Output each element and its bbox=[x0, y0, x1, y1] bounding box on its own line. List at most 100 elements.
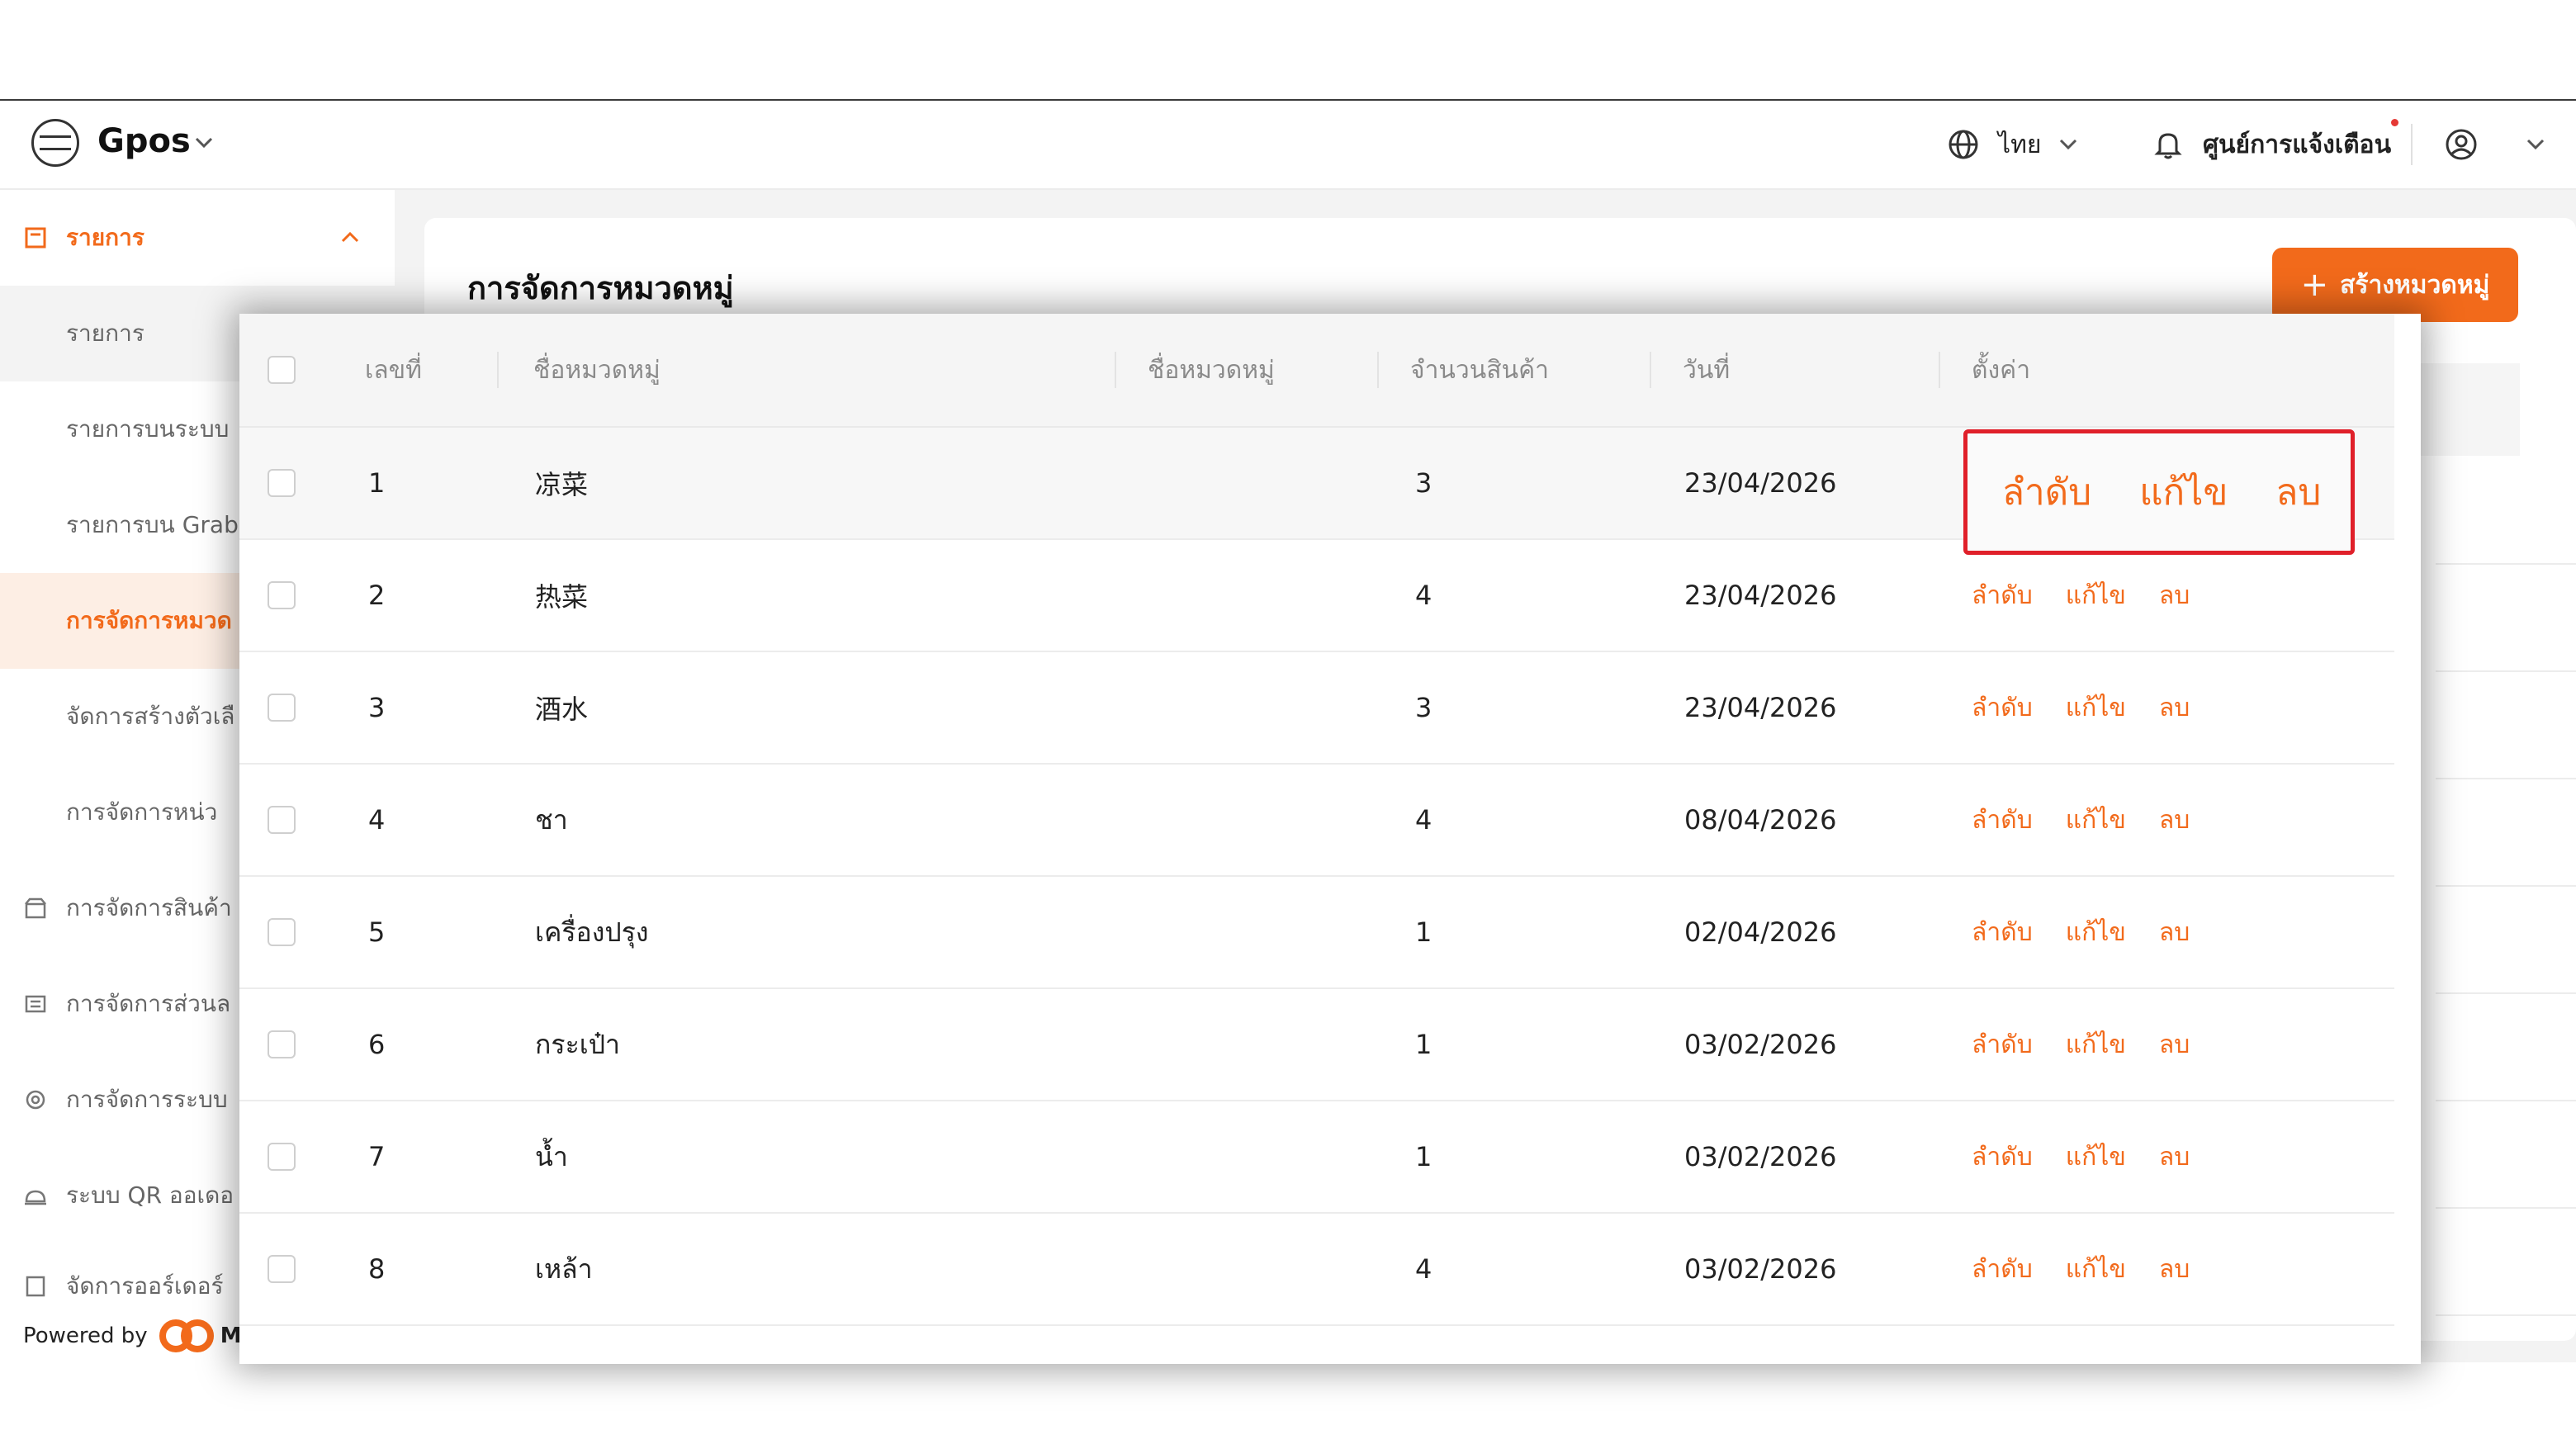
row-number: 5 bbox=[368, 916, 386, 948]
notification-dot bbox=[2391, 119, 2398, 126]
row-date: 23/04/2026 bbox=[1684, 467, 1837, 499]
row-date: 03/02/2026 bbox=[1684, 1253, 1837, 1285]
column-separator bbox=[1377, 352, 1379, 388]
ticket-icon bbox=[25, 995, 46, 1013]
plus-icon: + bbox=[2300, 266, 2329, 304]
category-name: กระเป๋า bbox=[535, 1028, 620, 1060]
restaurant-logo[interactable] bbox=[31, 119, 79, 167]
order-button[interactable]: ลำดับ bbox=[1972, 1250, 2033, 1289]
category-name: 凉菜 bbox=[535, 469, 589, 500]
table-row[interactable]: 7 น้ำ 1 03/02/2026 ลำดับ แก้ไข ลบ bbox=[239, 1101, 2394, 1214]
column-header: ชื่อหมวดหมู่ bbox=[533, 355, 661, 385]
order-button[interactable]: ลำดับ bbox=[1972, 689, 2033, 727]
sidebar-item-label: การจัดการหน่ว bbox=[66, 798, 218, 826]
edit-button[interactable]: แก้ไข bbox=[2066, 913, 2126, 952]
product-count: 1 bbox=[1415, 916, 1432, 948]
category-name: เครื่องปรุง bbox=[535, 916, 649, 948]
row-actions: ลำดับ แก้ไข ลบ bbox=[1972, 877, 2223, 987]
chevron-down-icon[interactable] bbox=[2523, 132, 2548, 157]
sidebar-item-label: จัดการออร์เดอร์ bbox=[66, 1272, 224, 1300]
row-checkbox[interactable] bbox=[268, 1143, 296, 1171]
edit-button[interactable]: แก้ไข bbox=[2066, 1250, 2126, 1289]
edit-button[interactable]: แก้ไข bbox=[2066, 689, 2126, 727]
powered-by: Powered by Ma bbox=[23, 1318, 256, 1354]
order-button[interactable]: ลำดับ bbox=[2002, 463, 2091, 521]
row-checkbox[interactable] bbox=[268, 694, 296, 722]
background-row-divider bbox=[2436, 1100, 2576, 1101]
row-number: 3 bbox=[368, 692, 386, 723]
delete-button[interactable]: ลบ bbox=[2159, 1025, 2190, 1064]
product-count: 3 bbox=[1415, 692, 1432, 723]
bell-icon bbox=[2154, 133, 2182, 159]
row-actions: ลำดับ แก้ไข ลบ bbox=[1972, 765, 2223, 875]
delete-button[interactable]: ลบ bbox=[2275, 463, 2321, 521]
row-checkbox[interactable] bbox=[268, 581, 296, 609]
brand-name[interactable]: Gpos bbox=[97, 122, 191, 160]
column-header: ตั้งค่า bbox=[1972, 355, 2031, 385]
chevron-down-icon[interactable] bbox=[192, 130, 216, 155]
row-date: 03/02/2026 bbox=[1684, 1141, 1837, 1172]
product-count: 4 bbox=[1415, 804, 1432, 836]
category-name: 酒水 bbox=[535, 694, 589, 725]
header-divider bbox=[2411, 124, 2413, 165]
table-row[interactable]: 2 热菜 4 23/04/2026 ลำดับ แก้ไข ลบ bbox=[239, 540, 2394, 652]
settings-icon bbox=[26, 1090, 45, 1110]
user-icon[interactable] bbox=[2444, 127, 2479, 162]
delete-button[interactable]: ลบ bbox=[2159, 801, 2190, 840]
row-actions: ลำดับ แก้ไข ลบ bbox=[1972, 652, 2223, 763]
background-row-divider bbox=[2436, 670, 2576, 672]
edit-button[interactable]: แก้ไข bbox=[2066, 1025, 2126, 1064]
category-name: 热菜 bbox=[535, 581, 589, 613]
table-header: เลขที่ ชื่อหมวดหมู่ ชื่อหมวดหมู่ จำนวนสิ… bbox=[239, 314, 2394, 428]
product-count: 1 bbox=[1415, 1029, 1432, 1060]
delete-button[interactable]: ลบ bbox=[2159, 1250, 2190, 1289]
select-all-checkbox[interactable] bbox=[268, 356, 296, 384]
sidebar-item-label: การจัดการระบบ bbox=[66, 1086, 228, 1113]
order-button[interactable]: ลำดับ bbox=[1972, 1025, 2033, 1064]
notification-center[interactable]: ศูนย์การแจ้งเตือน bbox=[2152, 101, 2391, 188]
create-category-button[interactable]: + สร้างหมวดหมู่ bbox=[2272, 248, 2518, 322]
edit-button[interactable]: แก้ไข bbox=[2139, 463, 2228, 521]
delete-button[interactable]: ลบ bbox=[2159, 576, 2190, 615]
order-button[interactable]: ลำดับ bbox=[1972, 913, 2033, 952]
column-header: ชื่อหมวดหมู่ bbox=[1148, 355, 1275, 385]
row-number: 4 bbox=[368, 804, 386, 836]
row-checkbox[interactable] bbox=[268, 1255, 296, 1283]
background-table-header bbox=[2421, 363, 2520, 456]
delete-button[interactable]: ลบ bbox=[2159, 1138, 2190, 1177]
table-row[interactable]: 8 เหล้า 4 03/02/2026 ลำดับ แก้ไข ลบ bbox=[239, 1214, 2394, 1326]
row-checkbox[interactable] bbox=[268, 918, 296, 946]
page-title: การจัดการหมวดหมู่ bbox=[467, 270, 734, 306]
edit-button[interactable]: แก้ไข bbox=[2066, 801, 2126, 840]
product-count: 4 bbox=[1415, 580, 1432, 611]
order-button[interactable]: ลำดับ bbox=[1972, 1138, 2033, 1177]
language-selector[interactable]: ไทย bbox=[1947, 101, 2081, 188]
row-date: 03/02/2026 bbox=[1684, 1029, 1837, 1060]
category-name: เหล้า bbox=[535, 1252, 593, 1285]
delete-button[interactable]: ลบ bbox=[2159, 689, 2190, 727]
row-checkbox[interactable] bbox=[268, 1030, 296, 1058]
table-row[interactable]: 3 酒水 3 23/04/2026 ลำดับ แก้ไข ลบ bbox=[239, 652, 2394, 765]
row-date: 23/04/2026 bbox=[1684, 580, 1837, 611]
row-checkbox[interactable] bbox=[268, 469, 296, 497]
order-button[interactable]: ลำดับ bbox=[1972, 576, 2033, 615]
row-checkbox[interactable] bbox=[268, 806, 296, 834]
category-name: ชา bbox=[535, 803, 568, 836]
sidebar-item-label: รายการบนระบบ bbox=[66, 415, 230, 443]
table-row[interactable]: 4 ชา 4 08/04/2026 ลำดับ แก้ไข ลบ bbox=[239, 765, 2394, 877]
table-row[interactable]: 6 กระเป๋า 1 03/02/2026 ลำดับ แก้ไข ลบ bbox=[239, 989, 2394, 1101]
language-label: ไทย bbox=[1998, 130, 2042, 159]
column-separator bbox=[1650, 352, 1651, 388]
background-row-divider bbox=[2436, 778, 2576, 779]
edit-button[interactable]: แก้ไข bbox=[2066, 576, 2126, 615]
product-count: 3 bbox=[1415, 467, 1432, 499]
table-row[interactable]: 5 เครื่องปรุง 1 02/04/2026 ลำดับ แก้ไข ล… bbox=[239, 877, 2394, 989]
sidebar-group-list[interactable]: รายการ bbox=[0, 190, 395, 286]
edit-button[interactable]: แก้ไข bbox=[2066, 1138, 2126, 1177]
chevron-up-icon bbox=[341, 231, 359, 243]
store-icon bbox=[25, 897, 46, 919]
brand-logo-icon bbox=[159, 1319, 214, 1352]
product-count: 1 bbox=[1415, 1141, 1432, 1172]
order-button[interactable]: ลำดับ bbox=[1972, 801, 2033, 840]
delete-button[interactable]: ลบ bbox=[2159, 913, 2190, 952]
